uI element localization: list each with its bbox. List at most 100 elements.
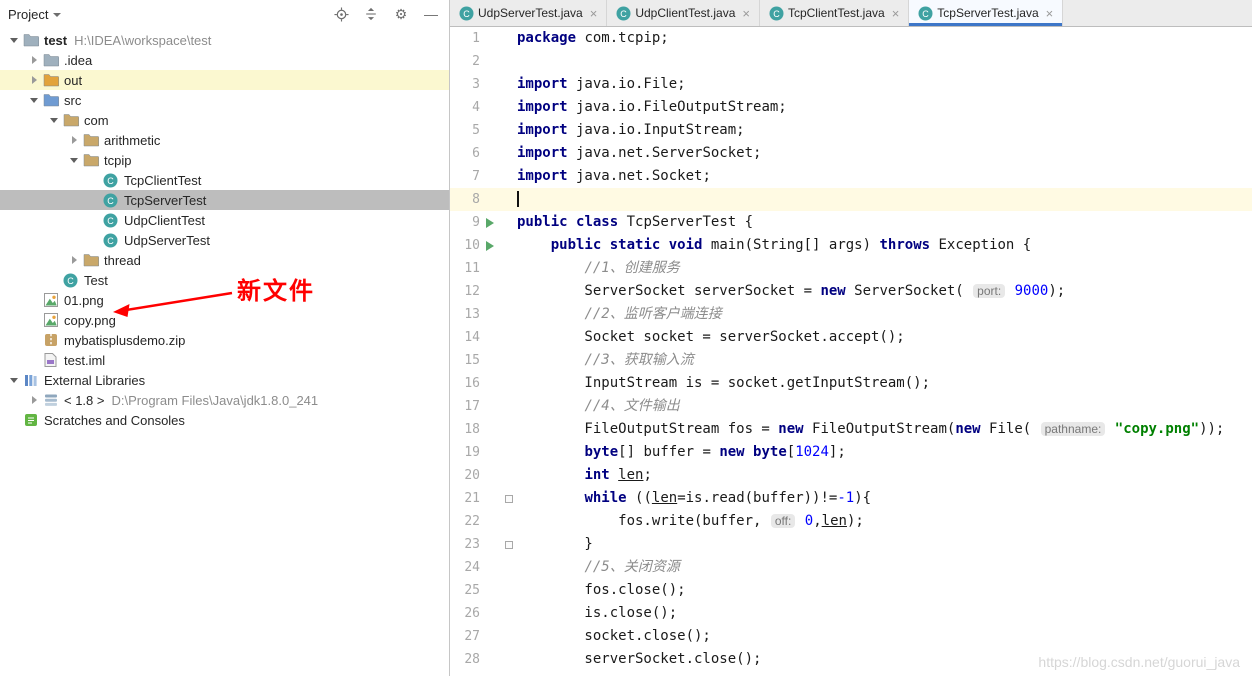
code-line-2[interactable]: 2 <box>450 50 1252 73</box>
close-tab-icon[interactable]: × <box>1046 7 1054 20</box>
settings-gear-icon[interactable]: ⚙ <box>393 6 409 22</box>
code-line-22[interactable]: 22 fos.write(buffer, off: 0,len); <box>450 510 1252 533</box>
expand-down-icon[interactable] <box>6 30 22 50</box>
token: main(String[] args) <box>702 237 879 253</box>
token: throws <box>879 237 930 253</box>
tree-item-idea[interactable]: .idea <box>0 50 449 70</box>
token: while <box>584 490 626 506</box>
tree-item-test[interactable]: testH:\IDEA\workspace\test <box>0 30 449 50</box>
expand-right-icon[interactable] <box>26 70 42 90</box>
run-icon[interactable] <box>486 218 494 228</box>
expand-right-icon[interactable] <box>26 50 42 70</box>
token <box>517 559 584 575</box>
class-icon: C <box>616 5 631 21</box>
code-line-11[interactable]: 11 //1、创建服务 <box>450 257 1252 280</box>
tree-item-tcpservertest[interactable]: CTcpServerTest <box>0 190 449 210</box>
token: 9000 <box>1015 283 1049 299</box>
token <box>517 398 584 414</box>
tree-item-01-png[interactable]: 01.png <box>0 290 449 310</box>
code-line-18[interactable]: 18 FileOutputStream fos = new FileOutput… <box>450 418 1252 441</box>
tree-item-test[interactable]: CTest <box>0 270 449 290</box>
token <box>745 444 753 460</box>
code-line-4[interactable]: 4import java.io.FileOutputStream; <box>450 96 1252 119</box>
code-line-26[interactable]: 26 is.close(); <box>450 602 1252 625</box>
code-line-13[interactable]: 13 //2、监听客户端连接 <box>450 303 1252 326</box>
token: ]; <box>829 444 846 460</box>
code-line-5[interactable]: 5import java.io.InputStream; <box>450 119 1252 142</box>
tree-item-tcpclienttest[interactable]: CTcpClientTest <box>0 170 449 190</box>
expand-down-icon[interactable] <box>66 150 82 170</box>
tab-udpclienttest-java[interactable]: CUdpClientTest.java× <box>607 0 760 26</box>
tree-item-scratches-and-consoles[interactable]: Scratches and Consoles <box>0 410 449 430</box>
code-line-21[interactable]: 21 while ((len=is.read(buffer))!=-1){ <box>450 487 1252 510</box>
fold-icon[interactable] <box>505 495 513 503</box>
code-line-15[interactable]: 15 //3、获取输入流 <box>450 349 1252 372</box>
tree-item-1-8[interactable]: < 1.8 >D:\Program Files\Java\jdk1.8.0_24… <box>0 390 449 410</box>
code-line-9[interactable]: 9public class TcpServerTest { <box>450 211 1252 234</box>
code-line-24[interactable]: 24 //5、关闭资源 <box>450 556 1252 579</box>
tree-item-mybatisplusdemo-zip[interactable]: mybatisplusdemo.zip <box>0 330 449 350</box>
tree-item-tcpip[interactable]: tcpip <box>0 150 449 170</box>
tree-item-out[interactable]: out <box>0 70 449 90</box>
tree-item-udpclienttest[interactable]: CUdpClientTest <box>0 210 449 230</box>
fold-icon[interactable] <box>505 541 513 549</box>
close-tab-icon[interactable]: × <box>742 7 750 20</box>
tree-item-copy-png[interactable]: copy.png <box>0 310 449 330</box>
code-line-3[interactable]: 3import java.io.File; <box>450 73 1252 96</box>
code-line-6[interactable]: 6import java.net.ServerSocket; <box>450 142 1252 165</box>
code-line-17[interactable]: 17 //4、文件输出 <box>450 395 1252 418</box>
expand-down-icon[interactable] <box>46 110 62 130</box>
code-line-text: //1、创建服务 <box>517 257 680 280</box>
close-tab-icon[interactable]: × <box>590 7 598 20</box>
tree-item-label: 01.png <box>64 293 104 308</box>
run-icon[interactable] <box>486 241 494 251</box>
code-line-19[interactable]: 19 byte[] buffer = new byte[1024]; <box>450 441 1252 464</box>
token <box>601 237 609 253</box>
tree-item-label: test.iml <box>64 353 105 368</box>
token: new <box>820 283 845 299</box>
close-tab-icon[interactable]: × <box>892 7 900 20</box>
code-line-7[interactable]: 7import java.net.Socket; <box>450 165 1252 188</box>
expand-right-icon[interactable] <box>26 390 42 410</box>
hide-panel-icon[interactable]: — <box>423 6 439 22</box>
code-line-23[interactable]: 23 } <box>450 533 1252 556</box>
tree-item-thread[interactable]: thread <box>0 250 449 270</box>
tree-item-com[interactable]: com <box>0 110 449 130</box>
expand-right-icon[interactable] <box>66 250 82 270</box>
package-icon <box>62 112 79 128</box>
tab-label: UdpServerTest.java <box>478 6 583 20</box>
expand-right-icon[interactable] <box>66 130 82 150</box>
expand-down-icon[interactable] <box>6 370 22 390</box>
code-line-16[interactable]: 16 InputStream is = socket.getInputStrea… <box>450 372 1252 395</box>
tree-item-src[interactable]: src <box>0 90 449 110</box>
code-line-25[interactable]: 25 fos.close(); <box>450 579 1252 602</box>
watermark: https://blog.csdn.net/guorui_java <box>1038 654 1240 670</box>
tab-udpservertest-java[interactable]: CUdpServerTest.java× <box>450 0 607 26</box>
expand-down-icon[interactable] <box>26 90 42 110</box>
code-line-1[interactable]: 1package com.tcpip; <box>450 27 1252 50</box>
code-line-27[interactable]: 27 socket.close(); <box>450 625 1252 648</box>
code-line-20[interactable]: 20 int len; <box>450 464 1252 487</box>
image-icon <box>42 312 59 328</box>
code-line-12[interactable]: 12 ServerSocket serverSocket = new Serve… <box>450 280 1252 303</box>
tree-item-udpservertest[interactable]: CUdpServerTest <box>0 230 449 250</box>
tree-item-label: mybatisplusdemo.zip <box>64 333 185 348</box>
collapse-all-icon[interactable] <box>363 6 379 22</box>
gutter-fold-cell <box>500 211 517 234</box>
tab-tcpservertest-java[interactable]: CTcpServerTest.java× <box>909 0 1063 26</box>
gutter-icon-cell <box>480 165 500 188</box>
tree-item-test-iml[interactable]: test.iml <box>0 350 449 370</box>
tree-item-arithmetic[interactable]: arithmetic <box>0 130 449 150</box>
code-editor[interactable]: 1package com.tcpip;23import java.io.File… <box>450 27 1252 676</box>
tree-item-external-libraries[interactable]: External Libraries <box>0 370 449 390</box>
project-view-dropdown[interactable]: Project <box>8 7 61 22</box>
locate-file-icon[interactable] <box>333 6 349 22</box>
code-line-8[interactable]: 8 <box>450 188 1252 211</box>
tab-tcpclienttest-java[interactable]: CTcpClientTest.java× <box>760 0 909 26</box>
line-number: 16 <box>450 372 480 395</box>
code-line-text: int len; <box>517 464 652 487</box>
tree-item-label: out <box>64 73 82 88</box>
code-line-14[interactable]: 14 Socket socket = serverSocket.accept()… <box>450 326 1252 349</box>
code-line-10[interactable]: 10 public static void main(String[] args… <box>450 234 1252 257</box>
gutter-icon-cell <box>480 418 500 441</box>
